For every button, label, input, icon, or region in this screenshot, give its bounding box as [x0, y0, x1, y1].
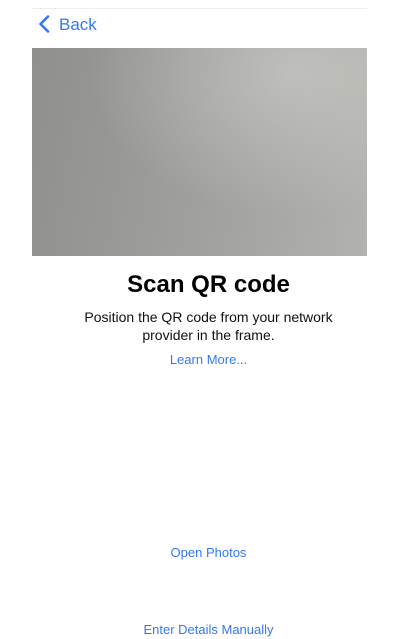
page-title: Scan QR code	[127, 271, 290, 298]
chevron-left-icon	[39, 15, 50, 33]
camera-viewfinder	[32, 48, 367, 256]
enter-details-manually-button[interactable]: Enter Details Manually	[0, 621, 417, 639]
top-divider	[32, 8, 367, 9]
learn-more-link[interactable]: Learn More...	[0, 351, 417, 369]
back-button[interactable]: Back	[38, 11, 97, 37]
instruction-text: Position the QR code from your network p…	[84, 309, 333, 343]
back-label: Back	[59, 14, 97, 34]
open-photos-button[interactable]: Open Photos	[0, 544, 417, 562]
